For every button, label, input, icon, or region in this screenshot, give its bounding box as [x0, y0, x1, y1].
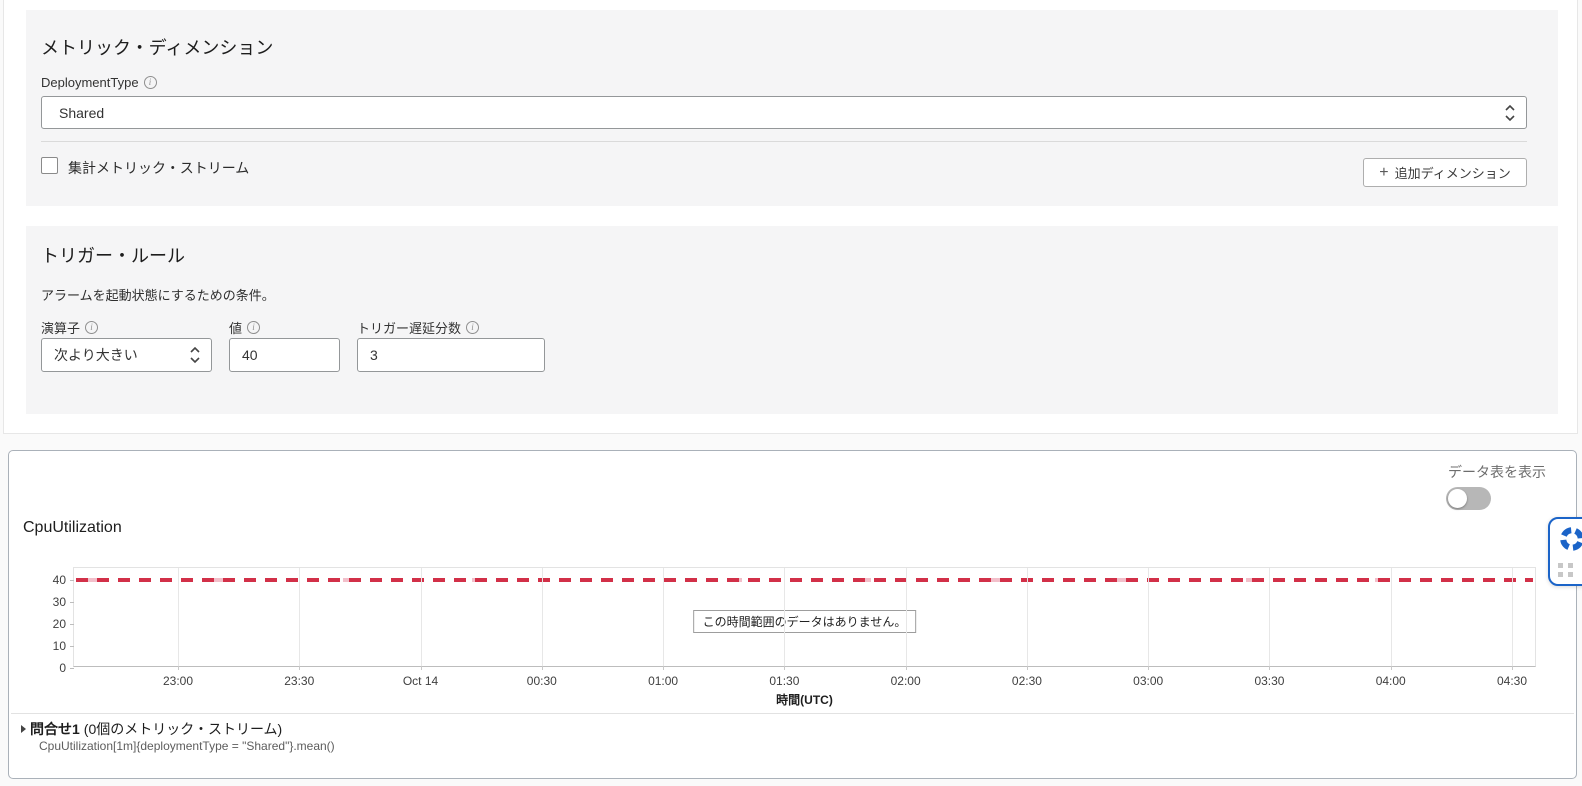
gridline [542, 568, 543, 666]
x-tick-mark [663, 666, 664, 670]
x-tick-mark [1269, 666, 1270, 670]
help-widget[interactable] [1548, 517, 1582, 586]
gridline [299, 568, 300, 666]
x-tick-label: 01:00 [648, 674, 678, 688]
x-tick-label: 23:30 [284, 674, 314, 688]
y-tick-mark [70, 580, 74, 581]
value-input[interactable]: 40 [229, 338, 340, 372]
trigger-rule-section: トリガー・ルール アラームを起動状態にするための条件。 演算子 i 値 i トリ… [26, 226, 1558, 414]
metric-preview-card: データ表を表示 CpuUtilization この時間範囲のデータはありません。… [8, 450, 1577, 779]
show-data-table-toggle[interactable] [1446, 487, 1491, 510]
trigger-delay-input[interactable]: 3 [357, 338, 545, 372]
y-tick-label: 0 [59, 661, 66, 675]
show-data-table-label: データ表を表示 [1448, 462, 1546, 482]
y-tick-mark [70, 668, 74, 669]
x-tick-label: 02:30 [1012, 674, 1042, 688]
trigger-delay-label: トリガー遅延分数 i [357, 318, 479, 337]
gridline [784, 568, 785, 666]
gridline [906, 568, 907, 666]
alarm-form-card: メトリック・ディメンション DeploymentType i Shared 集計… [3, 0, 1578, 434]
x-tick-label: Oct 14 [403, 674, 438, 688]
y-tick-label: 20 [53, 617, 66, 631]
info-icon[interactable]: i [144, 76, 157, 89]
y-tick-label: 30 [53, 595, 66, 609]
x-tick-label: 03:00 [1133, 674, 1163, 688]
x-tick-mark [1512, 666, 1513, 670]
deployment-type-label: DeploymentType i [41, 75, 157, 90]
lifebuoy-icon[interactable] [1558, 525, 1582, 553]
deployment-type-select[interactable]: Shared [41, 96, 1527, 129]
y-tick-label: 10 [53, 639, 66, 653]
metric-dimension-title: メトリック・ディメンション [41, 34, 273, 60]
x-tick-mark [542, 666, 543, 670]
drag-handle-icon[interactable] [1558, 563, 1576, 577]
x-tick-label: 04:30 [1497, 674, 1527, 688]
aggregate-metric-streams-checkbox[interactable] [41, 157, 58, 174]
threshold-line [76, 578, 1533, 582]
chevron-updown-icon [1504, 103, 1516, 123]
x-tick-label: 02:00 [891, 674, 921, 688]
plus-icon [1379, 164, 1388, 182]
toggle-knob [1448, 489, 1467, 508]
chart-title: CpuUtilization [23, 519, 122, 537]
gridline [1391, 568, 1392, 666]
gridline [1269, 568, 1270, 666]
operator-select[interactable]: 次より大きい [41, 338, 212, 372]
x-tick-mark [784, 666, 785, 670]
no-data-message: この時間範囲のデータはありません。 [693, 610, 917, 633]
gridline [421, 568, 422, 666]
y-tick-mark [70, 646, 74, 647]
value-label: 値 i [229, 318, 260, 337]
divider [11, 713, 1574, 714]
x-tick-label: 03:30 [1254, 674, 1284, 688]
y-tick-label: 40 [53, 573, 66, 587]
add-dimension-button[interactable]: 追加ディメンション [1363, 158, 1527, 187]
chevron-updown-icon [189, 345, 201, 365]
info-icon[interactable]: i [247, 321, 260, 334]
trigger-rule-description: アラームを起動状態にするための条件。 [41, 285, 275, 304]
gridline [663, 568, 664, 666]
gridline [1027, 568, 1028, 666]
x-tick-mark [906, 666, 907, 670]
y-tick-mark [70, 624, 74, 625]
x-tick-mark [1027, 666, 1028, 670]
xaxis-title: 時間(UTC) [73, 691, 1536, 708]
x-tick-label: 01:30 [769, 674, 799, 688]
info-icon[interactable]: i [466, 321, 479, 334]
query-expression: CpuUtilization[1m]{deploymentType = "Sha… [39, 739, 335, 753]
x-tick-mark [1148, 666, 1149, 670]
query-summary[interactable]: 問合せ1 (0個のメトリック・ストリーム) [21, 719, 282, 739]
x-tick-mark [178, 666, 179, 670]
x-tick-mark [1391, 666, 1392, 670]
x-tick-label: 23:00 [163, 674, 193, 688]
divider [41, 141, 1527, 142]
operator-label: 演算子 i [41, 318, 98, 337]
x-tick-label: 04:00 [1376, 674, 1406, 688]
x-tick-mark [421, 666, 422, 670]
alarm-definition-page: メトリック・ディメンション DeploymentType i Shared 集計… [0, 0, 1582, 786]
x-tick-label: 00:30 [527, 674, 557, 688]
info-icon[interactable]: i [85, 321, 98, 334]
gridline [1512, 568, 1513, 666]
trigger-rule-title: トリガー・ルール [41, 242, 185, 268]
aggregate-metric-streams-label: 集計メトリック・ストリーム [68, 158, 249, 178]
gridline [1148, 568, 1149, 666]
expand-arrow-icon [21, 725, 26, 733]
chart-plot-area: この時間範囲のデータはありません。 23:0023:30Oct 1400:300… [73, 567, 1536, 667]
gridline [178, 568, 179, 666]
y-tick-mark [70, 602, 74, 603]
metric-dimension-section: メトリック・ディメンション DeploymentType i Shared 集計… [26, 10, 1558, 206]
x-tick-mark [299, 666, 300, 670]
